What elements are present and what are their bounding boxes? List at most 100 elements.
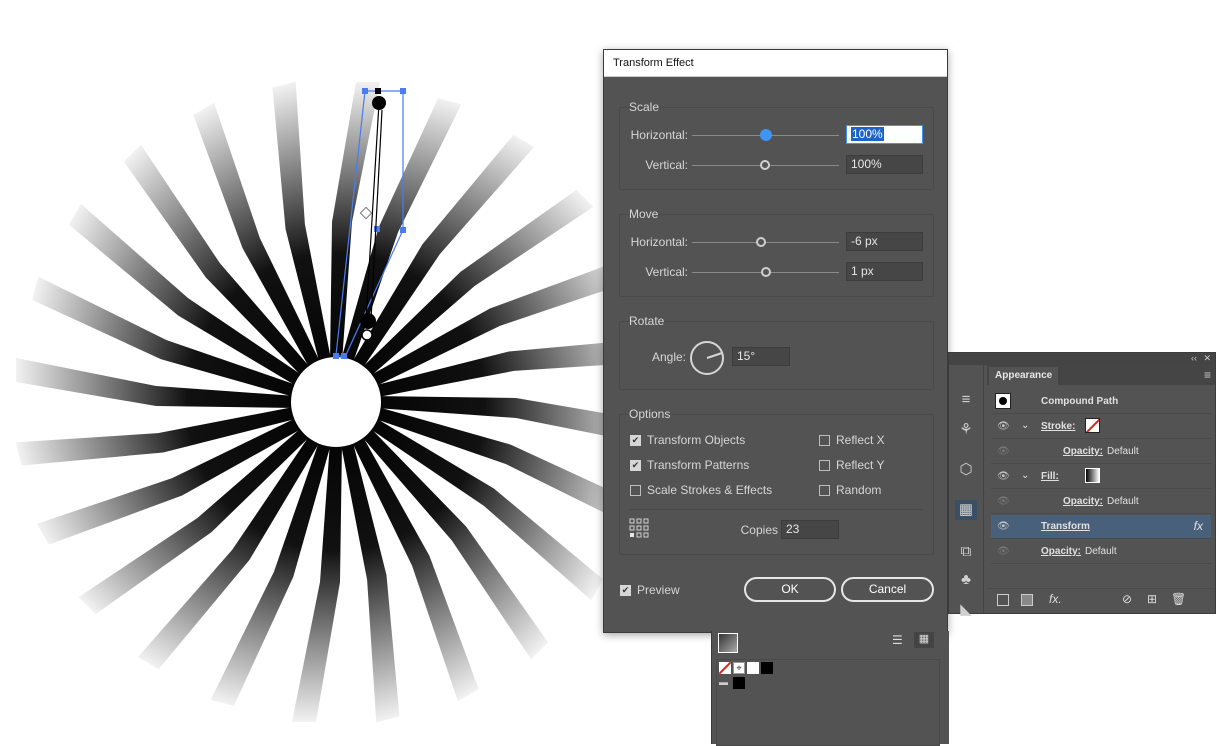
stroke-none-swatch-icon[interactable] xyxy=(1085,418,1100,433)
white-swatch[interactable] xyxy=(747,662,759,674)
panel-menu-icon[interactable]: ≡ xyxy=(1204,368,1211,382)
scale-horizontal-input[interactable]: 100% xyxy=(846,125,923,144)
move-vertical-input[interactable]: 1 px xyxy=(846,262,923,281)
reference-point-icon[interactable] xyxy=(629,518,649,538)
appearance-tabbar: Appearance ≡ xyxy=(987,365,1215,385)
fill-stroke-indicator-icon[interactable] xyxy=(718,633,738,653)
chevron-down-icon[interactable]: ⌄ xyxy=(1021,420,1029,431)
check-icon: ✔ xyxy=(630,434,641,446)
options-group-title: Options xyxy=(629,407,671,421)
gradient-icon[interactable]: ◣ xyxy=(955,600,977,620)
appearance-row-fill-opacity[interactable]: 👁 Opacity: Default xyxy=(991,490,1211,514)
eye-icon[interactable]: 👁 xyxy=(997,446,1010,457)
add-fill-icon[interactable] xyxy=(1021,594,1033,606)
appearance-row-stroke-opacity[interactable]: 👁 Opacity: Default xyxy=(991,440,1211,464)
swatches-panel: ☰ ▦ ⌖ ▬ xyxy=(711,631,949,746)
appearance-footer: fx. ⊘ ⊞ 🗑 xyxy=(987,588,1215,613)
reflect-y-checkbox[interactable]: Reflect Y xyxy=(819,458,884,472)
delete-icon[interactable]: 🗑 xyxy=(1171,592,1186,606)
tab-appearance[interactable]: Appearance xyxy=(989,367,1059,385)
registration-swatch-icon[interactable]: ⌖ xyxy=(733,662,745,674)
eye-icon[interactable]: 👁 xyxy=(997,546,1010,557)
grid-view-icon[interactable]: ▦ xyxy=(914,632,934,648)
move-vertical-slider-thumb[interactable] xyxy=(761,267,771,277)
black-swatch[interactable] xyxy=(733,677,745,689)
scale-vertical-slider-thumb[interactable] xyxy=(760,160,770,170)
reflect-x-checkbox[interactable]: Reflect X xyxy=(819,433,885,447)
hamburger-menu-icon[interactable]: ≡ xyxy=(955,390,977,410)
transform-patterns-checkbox[interactable]: ✔ Transform Patterns xyxy=(630,458,749,472)
copies-label: Copies xyxy=(740,523,778,537)
options-divider xyxy=(629,509,923,510)
opacity-value: Default xyxy=(1107,446,1139,457)
appearance-row-object-opacity[interactable]: 👁 Opacity: Default xyxy=(991,540,1211,564)
add-stroke-icon[interactable] xyxy=(997,594,1009,606)
collapse-icon[interactable]: ‹‹ xyxy=(1191,353,1197,363)
copies-input[interactable]: 23 xyxy=(781,520,839,539)
eye-icon[interactable]: 👁 xyxy=(997,496,1010,507)
cancel-button[interactable]: Cancel xyxy=(841,577,934,602)
black-swatch[interactable] xyxy=(761,662,773,674)
fill-gradient-swatch-icon[interactable] xyxy=(1085,468,1100,483)
opacity-value: Default xyxy=(1107,496,1139,507)
scale-horizontal-slider-thumb[interactable] xyxy=(760,129,772,141)
add-effect-icon[interactable]: fx. xyxy=(1049,592,1062,606)
appearance-row-stroke[interactable]: 👁 ⌄ Stroke: xyxy=(991,415,1211,439)
panel-topbar: ‹‹ ✕ xyxy=(949,353,1215,365)
pathfinder-icon[interactable]: ⧉ xyxy=(955,542,977,562)
new-item-icon[interactable]: ⊞ xyxy=(1147,592,1157,606)
move-horizontal-input[interactable]: -6 px xyxy=(846,232,923,251)
appearance-row-transform[interactable]: 👁 Transform fx xyxy=(991,515,1211,539)
graphic-style-icon[interactable]: ▦ xyxy=(955,500,977,520)
none-swatch-icon[interactable] xyxy=(719,662,731,674)
clear-icon[interactable]: ⊘ xyxy=(1122,592,1132,606)
scale-group xyxy=(619,107,934,190)
appearance-panel: ‹‹ ✕ ≡ ⚘ ⬡ ▦ ⧉ ♣ ◣ Appearance ≡ Compound… xyxy=(948,352,1216,618)
rotate-group-title: Rotate xyxy=(629,314,665,328)
appearance-row-fill[interactable]: 👁 ⌄ Fill: xyxy=(991,465,1211,489)
object-type-label: Compound Path xyxy=(1041,396,1119,407)
opacity-label[interactable]: Opacity: xyxy=(1063,446,1103,457)
scale-vertical-label: Vertical: xyxy=(645,158,688,172)
rotate-angle-input[interactable]: 15° xyxy=(732,347,790,366)
scale-vertical-input[interactable]: 100% xyxy=(846,155,923,174)
dialog-title: Transform Effect xyxy=(604,50,947,77)
compound-path-thumbnail-icon xyxy=(995,393,1011,409)
check-icon: ✔ xyxy=(630,459,641,471)
rotate-angle-label: Angle: xyxy=(651,350,686,364)
move-horizontal-slider-thumb[interactable] xyxy=(756,237,766,247)
opacity-label[interactable]: Opacity: xyxy=(1063,496,1103,507)
ok-button[interactable]: OK xyxy=(744,577,836,602)
3d-cube-icon[interactable]: ⬡ xyxy=(955,460,977,480)
move-horizontal-label: Horizontal: xyxy=(630,235,688,249)
chevron-down-icon[interactable]: ⌄ xyxy=(1021,470,1029,481)
burst-center-hole xyxy=(291,357,381,447)
angle-dial-icon[interactable] xyxy=(689,340,725,376)
preview-checkbox[interactable]: ✔ Preview xyxy=(620,583,680,597)
opacity-label[interactable]: Opacity: xyxy=(1041,546,1081,557)
eye-icon[interactable]: 👁 xyxy=(997,471,1010,482)
transform-effect-label[interactable]: Transform xyxy=(1041,521,1090,532)
stroke-label[interactable]: Stroke: xyxy=(1041,421,1075,432)
fx-icon[interactable]: fx xyxy=(1194,519,1203,533)
scale-horizontal-label: Horizontal: xyxy=(630,128,688,142)
opacity-value: Default xyxy=(1085,546,1117,557)
move-vertical-label: Vertical: xyxy=(645,265,688,279)
swatch-grid: ⌖ ▬ xyxy=(716,659,940,746)
eye-icon[interactable]: 👁 xyxy=(997,521,1010,532)
transform-effect-dialog: Transform Effect Scale Horizontal: 100% … xyxy=(603,49,948,633)
close-icon[interactable]: ✕ xyxy=(1203,353,1211,364)
move-group-title: Move xyxy=(629,207,659,221)
symbol-sprayer-icon[interactable]: ⚘ xyxy=(955,420,977,440)
random-checkbox[interactable]: Random xyxy=(819,483,881,497)
scale-strokes-checkbox[interactable]: Scale Strokes & Effects xyxy=(630,483,772,497)
fill-label[interactable]: Fill: xyxy=(1041,471,1059,482)
eye-icon[interactable]: 👁 xyxy=(997,421,1010,432)
transform-objects-checkbox[interactable]: ✔ Transform Objects xyxy=(630,433,745,447)
folder-icon[interactable]: ▬ xyxy=(719,677,731,689)
move-group xyxy=(619,214,934,297)
list-view-icon[interactable]: ☰ xyxy=(892,633,903,647)
appearance-row-object[interactable]: Compound Path xyxy=(991,390,1211,414)
symbols-club-icon[interactable]: ♣ xyxy=(955,570,977,590)
check-icon: ✔ xyxy=(620,584,631,596)
